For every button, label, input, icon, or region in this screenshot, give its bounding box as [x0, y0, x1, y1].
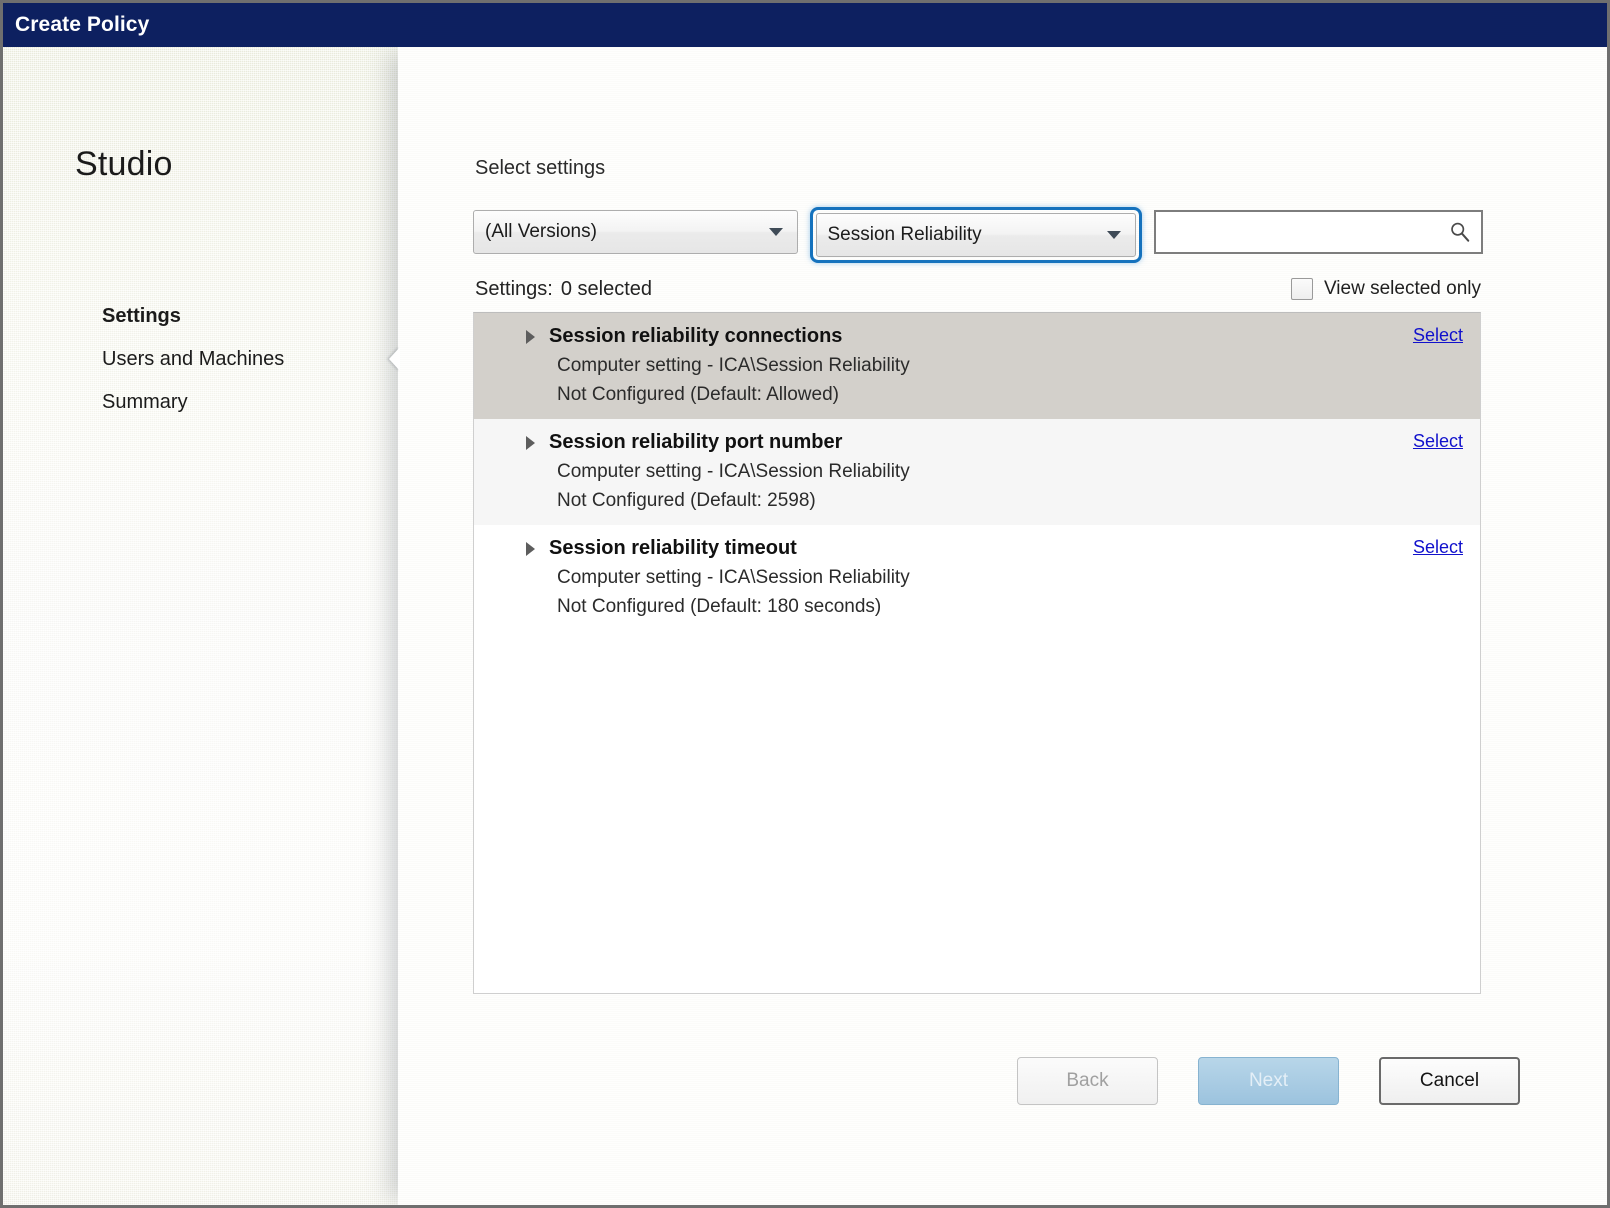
- setting-row-session-reliability-connections[interactable]: Session reliability connections Computer…: [474, 313, 1480, 419]
- setting-state: Not Configured (Default: 2598): [474, 490, 1480, 512]
- settings-count-value: 0 selected: [561, 278, 652, 300]
- expand-triangle-icon[interactable]: [526, 542, 535, 556]
- version-filter-dropdown[interactable]: (All Versions): [473, 210, 798, 254]
- setting-state: Not Configured (Default: Allowed): [474, 384, 1480, 406]
- category-filter-focus-ring: Session Reliability: [813, 210, 1139, 260]
- chevron-down-icon: [1107, 231, 1121, 239]
- create-policy-window: Create Policy Studio Settings Users and …: [0, 0, 1610, 1208]
- sidebar-item-summary[interactable]: Summary: [102, 391, 372, 413]
- wizard-sidebar: Studio Settings Users and Machines Summa…: [3, 47, 398, 1205]
- select-link[interactable]: Select: [1413, 431, 1463, 452]
- setting-name: Session reliability timeout: [549, 537, 797, 560]
- setting-row-header: Session reliability port number: [474, 431, 1480, 454]
- view-selected-only-checkbox[interactable]: [1291, 278, 1313, 300]
- product-logo: Studio: [75, 145, 173, 184]
- next-button[interactable]: Next: [1198, 1057, 1339, 1105]
- setting-row-header: Session reliability connections: [474, 325, 1480, 348]
- setting-name: Session reliability port number: [549, 431, 842, 454]
- select-link[interactable]: Select: [1413, 325, 1463, 346]
- wizard-step-nav: Settings Users and Machines Summary: [102, 305, 372, 434]
- page-title: Select settings: [475, 157, 1483, 180]
- dialog-footer: Back Next Cancel: [473, 1057, 1607, 1105]
- setting-scope: Computer setting - ICA\Session Reliabili…: [474, 355, 1480, 377]
- setting-scope: Computer setting - ICA\Session Reliabili…: [474, 567, 1480, 589]
- active-step-pointer-icon: [389, 347, 400, 371]
- sidebar-item-users-and-machines[interactable]: Users and Machines: [102, 348, 372, 370]
- window-title-bar: Create Policy: [3, 3, 1607, 47]
- settings-count-row: Settings: 0 selected View selected only: [473, 276, 1483, 302]
- expand-triangle-icon[interactable]: [526, 330, 535, 344]
- expand-triangle-icon[interactable]: [526, 436, 535, 450]
- version-filter-value: (All Versions): [474, 221, 597, 243]
- category-filter-value: Session Reliability: [817, 224, 982, 246]
- back-button[interactable]: Back: [1017, 1057, 1158, 1105]
- settings-count: Settings: 0 selected: [473, 278, 652, 301]
- category-filter-dropdown[interactable]: Session Reliability: [816, 213, 1136, 257]
- setting-state: Not Configured (Default: 180 seconds): [474, 596, 1480, 618]
- settings-selection-area: Select settings (All Versions) Session R…: [473, 157, 1483, 994]
- cancel-button[interactable]: Cancel: [1379, 1057, 1520, 1105]
- filter-toolbar: (All Versions) Session Reliability: [473, 210, 1483, 256]
- setting-row-session-reliability-port-number[interactable]: Session reliability port number Computer…: [474, 419, 1480, 525]
- search-box[interactable]: [1154, 210, 1484, 254]
- settings-count-label: Settings:: [475, 278, 553, 300]
- setting-row-header: Session reliability timeout: [474, 537, 1480, 560]
- chevron-down-icon: [769, 228, 783, 236]
- search-input[interactable]: [1156, 212, 1482, 252]
- dialog-body: Studio Settings Users and Machines Summa…: [3, 47, 1607, 1205]
- setting-name: Session reliability connections: [549, 325, 842, 348]
- settings-list[interactable]: Session reliability connections Computer…: [473, 312, 1481, 994]
- window-title: Create Policy: [3, 13, 149, 37]
- view-selected-only-label: View selected only: [1324, 278, 1481, 300]
- setting-scope: Computer setting - ICA\Session Reliabili…: [474, 461, 1480, 483]
- sidebar-item-settings[interactable]: Settings: [102, 305, 372, 327]
- view-selected-only-toggle[interactable]: View selected only: [1291, 278, 1483, 300]
- setting-row-session-reliability-timeout[interactable]: Session reliability timeout Computer set…: [474, 525, 1480, 631]
- select-link[interactable]: Select: [1413, 537, 1463, 558]
